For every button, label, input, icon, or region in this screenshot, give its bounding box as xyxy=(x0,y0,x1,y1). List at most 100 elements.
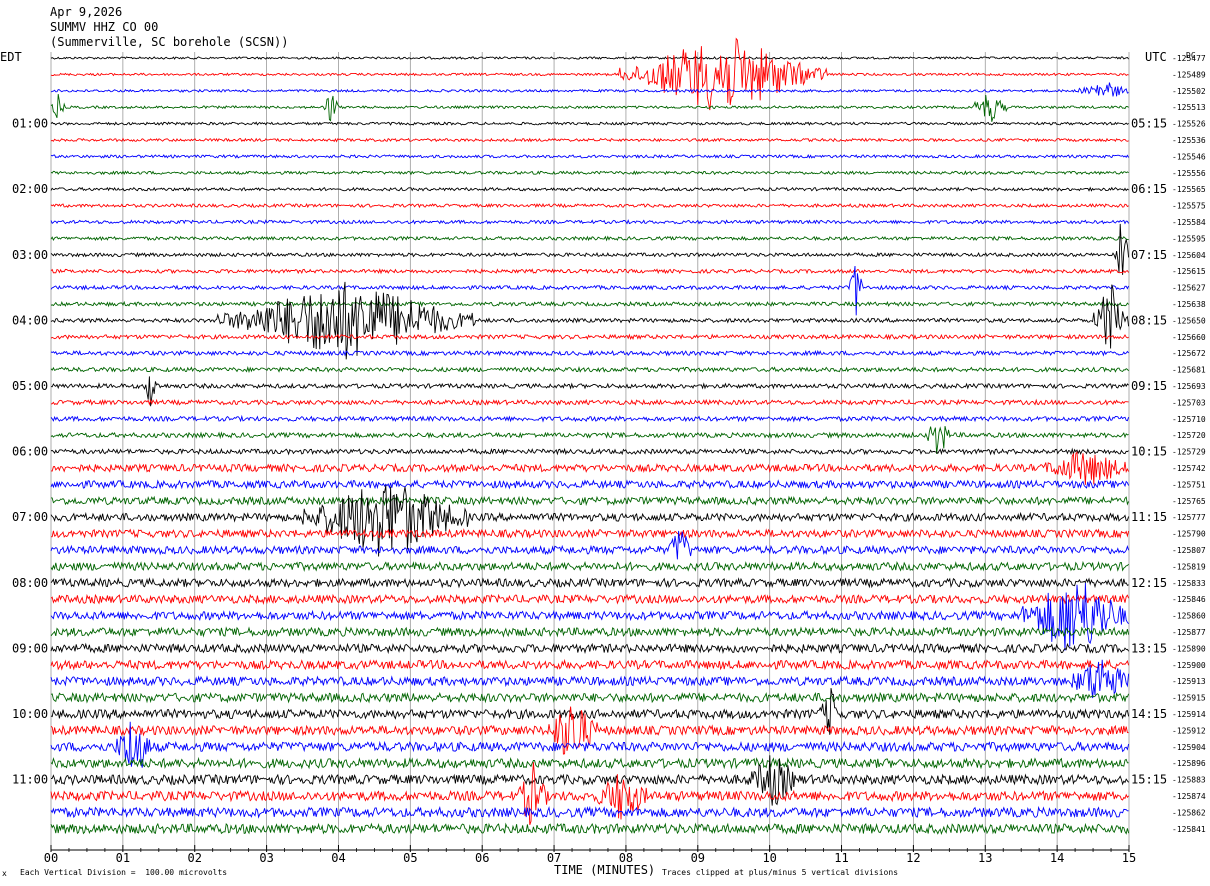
dc-offset-17: -125650 xyxy=(1172,316,1206,325)
dc-offset-38: -125900 xyxy=(1172,661,1206,670)
dc-offset-14: -125615 xyxy=(1172,267,1206,276)
dc-offset-8: -125556 xyxy=(1172,169,1206,178)
left-timezone-label: EDT xyxy=(0,50,22,64)
dc-offset-33: -125833 xyxy=(1172,579,1206,588)
edt-label-01:00: 01:00 xyxy=(12,117,48,131)
x-tick-label-11: 11 xyxy=(834,851,848,865)
trace-12 xyxy=(50,235,1129,242)
trace-15 xyxy=(50,265,1130,316)
edt-label-09:00: 09:00 xyxy=(12,641,48,655)
edt-label-11:00: 11:00 xyxy=(12,773,48,787)
trace-33 xyxy=(50,577,1129,589)
edt-label-10:00: 10:00 xyxy=(12,707,48,721)
trace-32 xyxy=(50,560,1129,573)
trace-38 xyxy=(50,658,1130,671)
dc-offset-15: -125627 xyxy=(1172,284,1206,293)
trace-34 xyxy=(50,593,1130,605)
trace-3 xyxy=(50,82,1129,97)
trace-14 xyxy=(50,268,1129,275)
trace-20 xyxy=(50,366,1129,374)
dc-offset-31: -125807 xyxy=(1172,546,1206,555)
dc-offset-29: -125777 xyxy=(1172,513,1206,522)
dc-offset-36: -125877 xyxy=(1172,628,1206,637)
dc-offset-4: -125513 xyxy=(1172,103,1206,112)
trace-17 xyxy=(50,281,1130,360)
dc-offset-13: -125604 xyxy=(1172,251,1206,260)
utc-label-14:15: 14:15 xyxy=(1131,707,1167,721)
edt-hour-labels: 01:00 02:00 03:00 04:00 05:00 06:00 07:00 08:00… xyxy=(12,117,48,787)
dc-offset-46: -125874 xyxy=(1172,792,1206,801)
edt-label-08:00: 08:00 xyxy=(12,576,48,590)
dc-offset-18: -125660 xyxy=(1172,333,1206,342)
x-tick-label-01: 01 xyxy=(116,851,130,865)
x-tick-label-15: 15 xyxy=(1122,851,1136,865)
trace-29 xyxy=(50,485,1130,557)
trace-37 xyxy=(50,642,1129,655)
dc-offset-47: -125862 xyxy=(1172,808,1206,817)
trace-1 xyxy=(50,56,1129,60)
helicorder-plot: 00 01 02 03 04 05 06 07 08 09 10 11 12 13 14 15 01:0002… xyxy=(12,37,1206,865)
dc-offset-34: -125846 xyxy=(1172,595,1206,604)
dc-offset-10: -125575 xyxy=(1172,202,1206,211)
dc-offset-40: -125915 xyxy=(1172,694,1206,703)
dc-offset-21: -125693 xyxy=(1172,382,1206,391)
dc-offset-20: -125681 xyxy=(1172,366,1206,375)
utc-label-06:15: 06:15 xyxy=(1131,182,1167,196)
dc-offset-42: -125912 xyxy=(1172,726,1206,735)
dc-offset-9: -125565 xyxy=(1172,185,1206,194)
dc-offset-28: -125765 xyxy=(1172,497,1206,506)
dc-offset-41: -125914 xyxy=(1172,710,1206,719)
trace-11 xyxy=(50,219,1129,225)
edt-label-04:00: 04:00 xyxy=(12,313,48,327)
trace-10 xyxy=(50,203,1129,209)
dc-offset-16: -125638 xyxy=(1172,300,1206,309)
utc-label-07:15: 07:15 xyxy=(1131,248,1167,262)
x-tick-label-06: 06 xyxy=(475,851,489,865)
dc-offset-3: -125502 xyxy=(1172,87,1206,96)
dc-offset-19: -125672 xyxy=(1172,349,1206,358)
trace-23 xyxy=(50,414,1130,423)
trace-9 xyxy=(50,186,1129,192)
utc-label-15:15: 15:15 xyxy=(1131,773,1167,787)
trace-24 xyxy=(50,425,1129,454)
utc-label-11:15: 11:15 xyxy=(1131,510,1167,524)
trace-19 xyxy=(50,349,1129,357)
edt-label-05:00: 05:00 xyxy=(12,379,48,393)
trace-27 xyxy=(50,479,1130,490)
trace-4 xyxy=(50,94,1129,122)
utc-label-10:15: 10:15 xyxy=(1131,445,1167,459)
dc-offset-11: -125584 xyxy=(1172,218,1206,227)
trace-25 xyxy=(50,447,1129,456)
dc-offset-6: -125536 xyxy=(1172,136,1206,145)
trace-2 xyxy=(50,37,1129,111)
trace-28 xyxy=(50,495,1130,507)
utc-hour-labels: 05:15 06:15 07:15 08:15 09:15 10:15 11:15 12:15… xyxy=(1131,117,1167,787)
utc-label-12:15: 12:15 xyxy=(1131,576,1167,590)
dc-offset-45: -125883 xyxy=(1172,776,1206,785)
trace-26 xyxy=(50,450,1130,485)
dc-offset-labels: -125477-125489-125502-125513-125526-1255… xyxy=(1172,54,1206,834)
dc-offset-30: -125790 xyxy=(1172,530,1206,539)
x-axis-title: TIME (MINUTES) xyxy=(554,863,656,877)
trace-22 xyxy=(50,398,1129,406)
trace-18 xyxy=(50,333,1129,341)
dc-offset-22: -125703 xyxy=(1172,398,1206,407)
time-axis: 00 01 02 03 04 05 06 07 08 09 10 11 12 13 14 15 xyxy=(44,845,1136,865)
corner-mark: x xyxy=(2,869,7,878)
dc-offset-5: -125526 xyxy=(1172,120,1206,129)
dc-offset-39: -125913 xyxy=(1172,677,1206,686)
edt-label-07:00: 07:00 xyxy=(12,510,48,524)
right-timezone-label: UTC xyxy=(1145,50,1167,64)
x-tick-label-12: 12 xyxy=(906,851,920,865)
trace-48 xyxy=(50,822,1130,836)
header-station: SUMMV HHZ CO 00 xyxy=(50,20,159,34)
trace-30 xyxy=(50,528,1130,539)
utc-label-05:15: 05:15 xyxy=(1131,117,1167,131)
dc-offset-24: -125720 xyxy=(1172,431,1206,440)
dc-offset-7: -125546 xyxy=(1172,152,1206,161)
x-tick-label-10: 10 xyxy=(762,851,776,865)
dc-offset-26: -125742 xyxy=(1172,464,1206,473)
dc-offset-32: -125819 xyxy=(1172,562,1206,571)
x-tick-label-03: 03 xyxy=(259,851,273,865)
dc-offset-37: -125890 xyxy=(1172,644,1206,653)
